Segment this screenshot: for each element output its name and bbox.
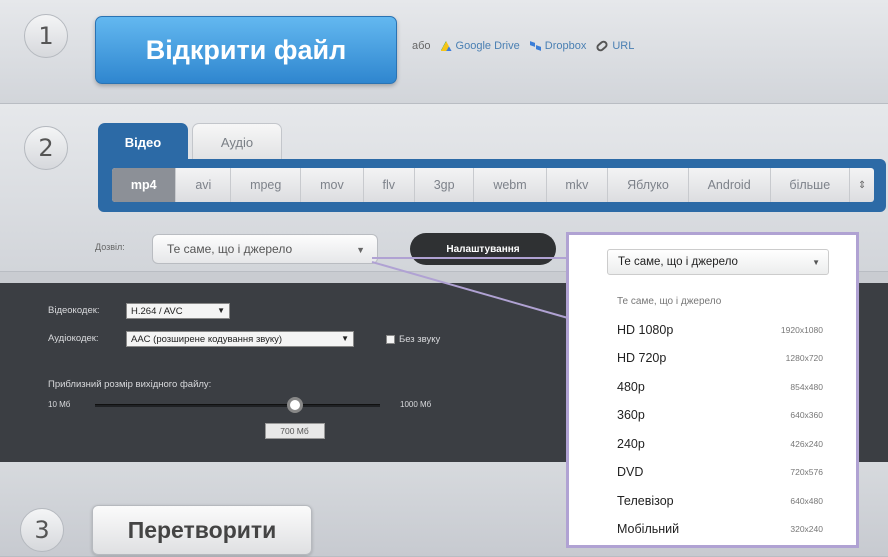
resolution-label: Дозвіл: <box>95 242 125 252</box>
file-source-links: або Google Drive Dropbox URL <box>412 39 635 53</box>
format-option-6[interactable]: webm <box>474 168 547 202</box>
url-link[interactable]: URL <box>595 39 635 53</box>
no-sound-label: Без звуку <box>399 334 441 345</box>
step-open-section: 1 Відкрити файл або Google Drive Dropbox… <box>0 0 888 104</box>
dropdown-selected[interactable]: Те саме, що і джерело ▼ <box>607 249 829 275</box>
size-max-label: 1000 Мб <box>400 400 432 409</box>
step-number-2: 2 <box>24 126 68 170</box>
dropdown-option-size: 854x480 <box>790 381 823 392</box>
video-codec-label: Відеокодек: <box>48 305 100 316</box>
format-option-7[interactable]: mkv <box>547 168 609 202</box>
dropdown-option-size: 426x240 <box>790 438 823 449</box>
no-sound-checkbox[interactable] <box>386 335 395 344</box>
file-size-slider-track[interactable] <box>95 404 380 407</box>
dropdown-option[interactable]: DVD 720x576 <box>617 458 823 487</box>
file-size-value: 700 Мб <box>264 423 325 439</box>
dropdown-option-size: 320x240 <box>790 524 823 535</box>
size-min-label: 10 Мб <box>48 400 71 409</box>
settings-button[interactable]: Налаштування <box>410 233 556 265</box>
audio-codec-value: AAC (розширене кодування звуку) <box>131 333 283 345</box>
resolution-value: Те саме, що і джерело <box>167 242 293 256</box>
format-option-2[interactable]: mpeg <box>231 168 302 202</box>
resolution-select[interactable]: Те саме, що і джерело ▼ <box>152 234 378 264</box>
dropdown-option[interactable]: HD 1080p 1920x1080 <box>617 316 823 345</box>
dropdown-option[interactable]: HD 720p 1280x720 <box>617 344 823 373</box>
file-size-slider-handle[interactable] <box>286 397 303 413</box>
tab-video[interactable]: Відео <box>98 123 188 161</box>
format-option-9[interactable]: Android <box>689 168 771 202</box>
dropdown-options: Те саме, що і джерело HD 1080p 1920x1080 HD… <box>617 287 823 544</box>
open-file-button[interactable]: Відкрити файл <box>95 16 397 84</box>
format-option-0[interactable]: mp4 <box>112 168 177 202</box>
format-option-10[interactable]: більше <box>771 168 851 202</box>
dropdown-option[interactable]: 240p 426x240 <box>617 430 823 459</box>
format-option-5[interactable]: 3gp <box>415 168 475 202</box>
chevron-down-icon: ▼ <box>341 334 349 343</box>
step-number-3: 3 <box>20 508 64 552</box>
chevron-down-icon: ▼ <box>217 306 225 315</box>
audio-codec-label: Аудіокодек: <box>48 333 99 344</box>
dropdown-option-name: Те саме, що і джерело <box>617 295 722 307</box>
dropdown-option-size: 720x576 <box>790 467 823 478</box>
more-formats-stepper-icon[interactable]: ⇕ <box>850 168 874 202</box>
dropdown-option[interactable]: 360p 640x360 <box>617 401 823 430</box>
dropdown-option-name: 240p <box>617 436 645 451</box>
google-drive-label: Google Drive <box>455 40 520 52</box>
link-icon <box>595 39 610 53</box>
convert-button[interactable]: Перетворити <box>92 505 312 555</box>
dropbox-label: Dropbox <box>544 40 587 52</box>
step-number-1: 1 <box>24 14 68 58</box>
dropdown-option[interactable]: 480p 854x480 <box>617 373 823 402</box>
dropdown-option-name: 360p <box>617 408 645 423</box>
dropdown-option-size: 1920x1080 <box>780 324 823 335</box>
dropdown-option-name: DVD <box>617 465 644 480</box>
resolution-dropdown-callout: Те саме, що і джерело ▼ Те саме, що і дж… <box>566 232 859 548</box>
media-type-tabs: Відео Аудіо <box>98 123 282 161</box>
google-drive-icon <box>440 41 452 51</box>
dropdown-option-size: 1280x720 <box>785 353 823 364</box>
dropbox-link[interactable]: Dropbox <box>530 40 587 52</box>
or-label: або <box>412 40 431 52</box>
dropdown-option-size: 640x360 <box>790 410 823 421</box>
dropdown-option-name: HD 1080p <box>617 322 674 337</box>
video-codec-select[interactable]: H.264 / AVC ▼ <box>126 303 230 319</box>
format-option-8[interactable]: Яблуко <box>608 168 689 202</box>
url-label: URL <box>612 40 635 52</box>
video-codec-value: H.264 / AVC <box>131 305 183 317</box>
format-panel: mp4 avi mpeg mov flv 3gp webm mkv Яблуко Android б… <box>98 159 886 212</box>
chevron-down-icon: ▼ <box>812 258 820 267</box>
dropdown-option-name: HD 720p <box>617 351 667 366</box>
dropbox-icon <box>530 41 541 51</box>
dropdown-option[interactable]: Те саме, що і джерело <box>617 287 823 316</box>
google-drive-link[interactable]: Google Drive <box>440 40 520 52</box>
dropdown-option[interactable]: Телевізор 640x480 <box>617 487 823 516</box>
format-option-3[interactable]: mov <box>301 168 364 202</box>
dropdown-option-name: Телевізор <box>617 493 674 508</box>
dropdown-option[interactable]: Мобільний 320x240 <box>617 515 823 544</box>
file-size-label: Приблизний розмір вихідного файлу: <box>48 379 212 390</box>
format-bar: mp4 avi mpeg mov flv 3gp webm mkv Яблуко Android б… <box>112 168 874 202</box>
dropdown-option-name: Мобільний <box>617 522 680 537</box>
tab-audio[interactable]: Аудіо <box>192 123 282 161</box>
dropdown-option-size: 640x480 <box>790 495 823 506</box>
dropdown-selected-value: Те саме, що і джерело <box>618 256 738 268</box>
format-option-1[interactable]: avi <box>176 168 232 202</box>
dropdown-option-name: 480p <box>617 379 645 394</box>
format-option-4[interactable]: flv <box>364 168 415 202</box>
chevron-down-icon: ▼ <box>356 245 365 255</box>
audio-codec-select[interactable]: AAC (розширене кодування звуку) ▼ <box>126 331 354 347</box>
